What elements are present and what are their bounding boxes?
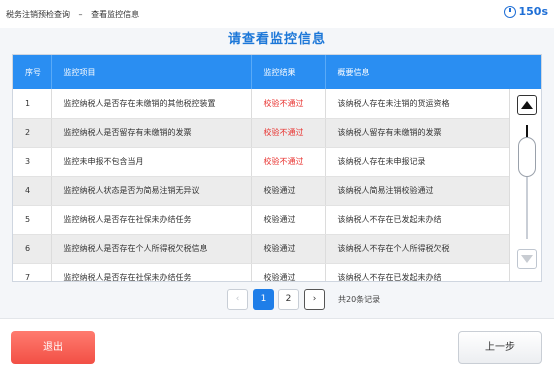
- scrollbar-header: [509, 55, 541, 89]
- row-item: 监控纳税人是否存在个人所得税欠税信息: [51, 234, 252, 264]
- arrow-down-icon: [521, 255, 533, 263]
- row-number: 7: [13, 263, 52, 281]
- breadcrumb-separator: –: [78, 10, 83, 19]
- monitor-table-panel: 序号 监控项目 监控结果 概要信息 1 监控纳税人是否存在未缴销的其他税控装置 …: [12, 54, 542, 282]
- row-result: 校验不通过: [251, 147, 326, 177]
- arrow-up-icon: [521, 101, 533, 109]
- table-row[interactable]: 6 监控纳税人是否存在个人所得税欠税信息 校验通过 该纳税人不存在个人所得税欠税: [13, 234, 510, 264]
- row-info: 该纳税人不存在个人所得税欠税: [325, 234, 510, 264]
- total-records: 共20条记录: [338, 295, 381, 304]
- row-info: 该纳税人留存有未缴销的发票: [325, 118, 510, 148]
- scroll-track-progress: [526, 125, 528, 137]
- top-bar: 税务注销预检查询 – 查看监控信息 150s: [0, 0, 554, 28]
- row-item: 监控纳税人是否留存有未缴销的发票: [51, 118, 252, 148]
- row-number: 3: [13, 147, 52, 177]
- table-row[interactable]: 7 监控纳税人是否存在社保未办结任务 校验通过 该纳税人不存在已发起未办结: [13, 263, 510, 281]
- row-info: 该纳税人不存在已发起未办结: [325, 205, 510, 235]
- table-row[interactable]: 5 监控纳税人是否存在社保未办结任务 校验通过 该纳税人不存在已发起未办结: [13, 205, 510, 235]
- breadcrumb-root[interactable]: 税务注销预检查询: [6, 10, 70, 19]
- monitor-table: 序号 监控项目 监控结果 概要信息 1 监控纳税人是否存在未缴销的其他税控装置 …: [13, 55, 510, 281]
- table-row[interactable]: 4 监控纳税人状态是否为简易注销无异议 校验通过 该纳税人简易注销校验通过: [13, 176, 510, 206]
- row-info: 该纳税人存在未申报记录: [325, 147, 510, 177]
- row-item: 监控纳税人是否存在未缴销的其他税控装置: [51, 89, 252, 119]
- row-item: 监控纳税人是否存在社保未办结任务: [51, 263, 252, 281]
- row-number: 1: [13, 89, 52, 119]
- scroll-down-button[interactable]: [517, 249, 537, 269]
- row-info: 该纳税人不存在已发起未办结: [325, 263, 510, 281]
- table-row[interactable]: 1 监控纳税人是否存在未缴销的其他税控装置 校验不通过 该纳税人存在未注销的货运…: [13, 89, 510, 119]
- scroll-up-button[interactable]: [517, 95, 537, 115]
- row-result: 校验通过: [251, 263, 326, 281]
- row-result: 校验通过: [251, 234, 326, 264]
- timer-value: 150s: [518, 5, 548, 18]
- table-row[interactable]: 3 监控未申报不包含当月 校验不通过 该纳税人存在未申报记录: [13, 147, 510, 177]
- table-row[interactable]: 2 监控纳税人是否留存有未缴销的发票 校验不通过 该纳税人留存有未缴销的发票: [13, 118, 510, 148]
- row-result: 校验不通过: [251, 118, 326, 148]
- page-1-button[interactable]: 1: [253, 289, 274, 310]
- page-title: 请查看监控信息: [227, 32, 326, 47]
- row-info: 该纳税人存在未注销的货运资格: [325, 89, 510, 119]
- row-number: 4: [13, 176, 52, 206]
- row-number: 5: [13, 205, 52, 235]
- table-header-row: 序号 监控项目 监控结果 概要信息: [13, 55, 510, 89]
- row-item: 监控未申报不包含当月: [51, 147, 252, 177]
- row-number: 2: [13, 118, 52, 148]
- clock-icon: [504, 5, 517, 18]
- countdown-timer: 150s: [504, 5, 548, 18]
- next-page-button[interactable]: ›: [304, 289, 325, 310]
- breadcrumb: 税务注销预检查询 – 查看监控信息: [6, 9, 145, 20]
- row-result: 校验通过: [251, 176, 326, 206]
- column-header-info: 概要信息: [325, 55, 510, 89]
- exit-button[interactable]: 退出: [11, 331, 95, 364]
- column-header-item: 监控项目: [51, 55, 252, 89]
- row-number: 6: [13, 234, 52, 264]
- column-header-no: 序号: [13, 55, 52, 89]
- row-item: 监控纳税人是否存在社保未办结任务: [51, 205, 252, 235]
- page-2-button[interactable]: 2: [278, 289, 299, 310]
- row-info: 该纳税人简易注销校验通过: [325, 176, 510, 206]
- breadcrumb-current: 查看监控信息: [91, 10, 140, 19]
- column-header-result: 监控结果: [251, 55, 326, 89]
- row-result: 校验通过: [251, 205, 326, 235]
- scroll-thumb[interactable]: [518, 137, 536, 177]
- pagination: ‹ 1 2 › 共20条记录: [0, 289, 554, 311]
- vertical-scrollbar[interactable]: [509, 89, 541, 281]
- bottom-bar: 退出 上一步: [0, 318, 554, 369]
- row-result: 校验不通过: [251, 89, 326, 119]
- prev-page-button[interactable]: ‹: [227, 289, 248, 310]
- row-item: 监控纳税人状态是否为简易注销无异议: [51, 176, 252, 206]
- previous-step-button[interactable]: 上一步: [458, 331, 542, 364]
